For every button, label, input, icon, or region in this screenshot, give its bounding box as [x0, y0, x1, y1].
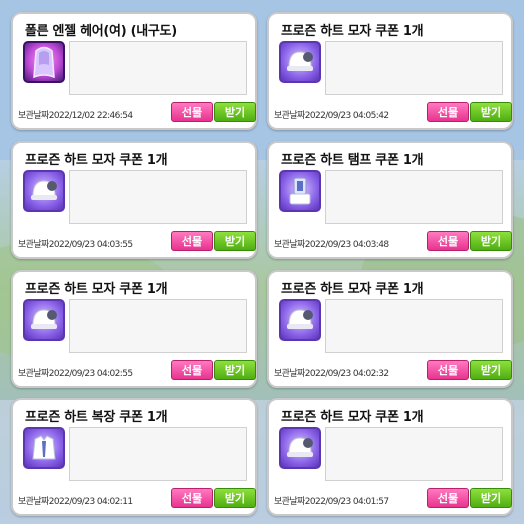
- gift-button[interactable]: 선물: [427, 231, 469, 251]
- storage-item-card: 폴른 엔젤 헤어(여) (내구도) 보관날짜2022/12/02 22:46:5…: [11, 12, 257, 130]
- date-label: 보관날짜: [274, 111, 305, 121]
- date-label: 보관날짜: [274, 369, 305, 379]
- receive-button[interactable]: 받기: [214, 231, 256, 251]
- item-title: 프로즌 하트 모자 쿠폰 1개: [281, 410, 424, 425]
- gift-button[interactable]: 선물: [171, 488, 213, 508]
- lamp-coupon-icon[interactable]: [279, 170, 321, 212]
- gift-button[interactable]: 선물: [427, 102, 469, 122]
- message-box: [69, 170, 247, 224]
- storage-item-card: 프로즌 하트 모자 쿠폰 1개 보관날짜2022/09/23 04:01:57 …: [267, 398, 513, 516]
- storage-date: 보관날짜2022/09/23 04:02:11: [18, 494, 133, 507]
- gift-button[interactable]: 선물: [427, 488, 469, 508]
- message-box: [69, 299, 247, 353]
- receive-button[interactable]: 받기: [470, 488, 512, 508]
- receive-button[interactable]: 받기: [470, 231, 512, 251]
- receive-button[interactable]: 받기: [470, 102, 512, 122]
- receive-button[interactable]: 받기: [470, 360, 512, 380]
- hat-coupon-icon[interactable]: [279, 41, 321, 83]
- gift-button[interactable]: 선물: [171, 231, 213, 251]
- date-value: 2022/09/23 04:02:11: [48, 497, 133, 507]
- hair-icon[interactable]: [23, 41, 65, 83]
- receive-button[interactable]: 받기: [214, 488, 256, 508]
- storage-item-card: 프로즌 하트 복장 쿠폰 1개 보관날짜2022/09/23 04:02:11 …: [11, 398, 257, 516]
- date-label: 보관날짜: [274, 240, 305, 250]
- storage-date: 보관날짜2022/09/23 04:03:55: [18, 237, 133, 250]
- storage-date: 보관날짜2022/09/23 04:03:48: [274, 237, 389, 250]
- date-value: 2022/09/23 04:03:48: [304, 240, 389, 250]
- date-label: 보관날짜: [18, 497, 49, 507]
- hat-coupon-icon[interactable]: [23, 299, 65, 341]
- message-box: [69, 41, 247, 95]
- date-value: 2022/09/23 04:05:42: [304, 111, 389, 121]
- storage-date: 보관날짜2022/09/23 04:02:32: [274, 366, 389, 379]
- date-label: 보관날짜: [18, 240, 49, 250]
- gift-button[interactable]: 선물: [427, 360, 469, 380]
- date-value: 2022/09/23 04:01:57: [304, 497, 389, 507]
- receive-button[interactable]: 받기: [214, 102, 256, 122]
- item-title: 폴른 엔젤 헤어(여) (내구도): [25, 24, 177, 39]
- message-box: [325, 170, 503, 224]
- item-title: 프로즌 하트 복장 쿠폰 1개: [25, 410, 168, 425]
- date-value: 2022/09/23 04:02:32: [304, 369, 389, 379]
- date-label: 보관날짜: [18, 369, 49, 379]
- storage-item-card: 프로즌 하트 모자 쿠폰 1개 보관날짜2022/09/23 04:02:32 …: [267, 270, 513, 388]
- item-title: 프로즌 하트 모자 쿠폰 1개: [25, 153, 168, 168]
- item-title: 프로즌 하트 모자 쿠폰 1개: [281, 24, 424, 39]
- storage-item-card: 프로즌 하트 모자 쿠폰 1개 보관날짜2022/09/23 04:02:55 …: [11, 270, 257, 388]
- storage-date: 보관날짜2022/09/23 04:01:57: [274, 494, 389, 507]
- date-label: 보관날짜: [274, 497, 305, 507]
- storage-item-card: 프로즌 하트 탬프 쿠폰 1개 보관날짜2022/09/23 04:03:48 …: [267, 141, 513, 259]
- gift-button[interactable]: 선물: [171, 102, 213, 122]
- receive-button[interactable]: 받기: [214, 360, 256, 380]
- hat-coupon-icon[interactable]: [279, 299, 321, 341]
- message-box: [325, 427, 503, 481]
- storage-item-grid: 폴른 엔젤 헤어(여) (내구도) 보관날짜2022/12/02 22:46:5…: [0, 0, 524, 524]
- date-value: 2022/09/23 04:03:55: [48, 240, 133, 250]
- storage-item-card: 프로즌 하트 모자 쿠폰 1개 보관날짜2022/09/23 04:05:42 …: [267, 12, 513, 130]
- gift-button[interactable]: 선물: [171, 360, 213, 380]
- hat-coupon-icon[interactable]: [23, 170, 65, 212]
- message-box: [69, 427, 247, 481]
- storage-date: 보관날짜2022/12/02 22:46:54: [18, 108, 133, 121]
- item-title: 프로즌 하트 탬프 쿠폰 1개: [281, 153, 424, 168]
- item-title: 프로즌 하트 모자 쿠폰 1개: [281, 282, 424, 297]
- item-title: 프로즌 하트 모자 쿠폰 1개: [25, 282, 168, 297]
- outfit-coupon-icon[interactable]: [23, 427, 65, 469]
- storage-date: 보관날짜2022/09/23 04:05:42: [274, 108, 389, 121]
- storage-date: 보관날짜2022/09/23 04:02:55: [18, 366, 133, 379]
- date-label: 보관날짜: [18, 111, 49, 121]
- storage-item-card: 프로즌 하트 모자 쿠폰 1개 보관날짜2022/09/23 04:03:55 …: [11, 141, 257, 259]
- date-value: 2022/12/02 22:46:54: [48, 111, 133, 121]
- date-value: 2022/09/23 04:02:55: [48, 369, 133, 379]
- message-box: [325, 299, 503, 353]
- message-box: [325, 41, 503, 95]
- hat-coupon-icon[interactable]: [279, 427, 321, 469]
